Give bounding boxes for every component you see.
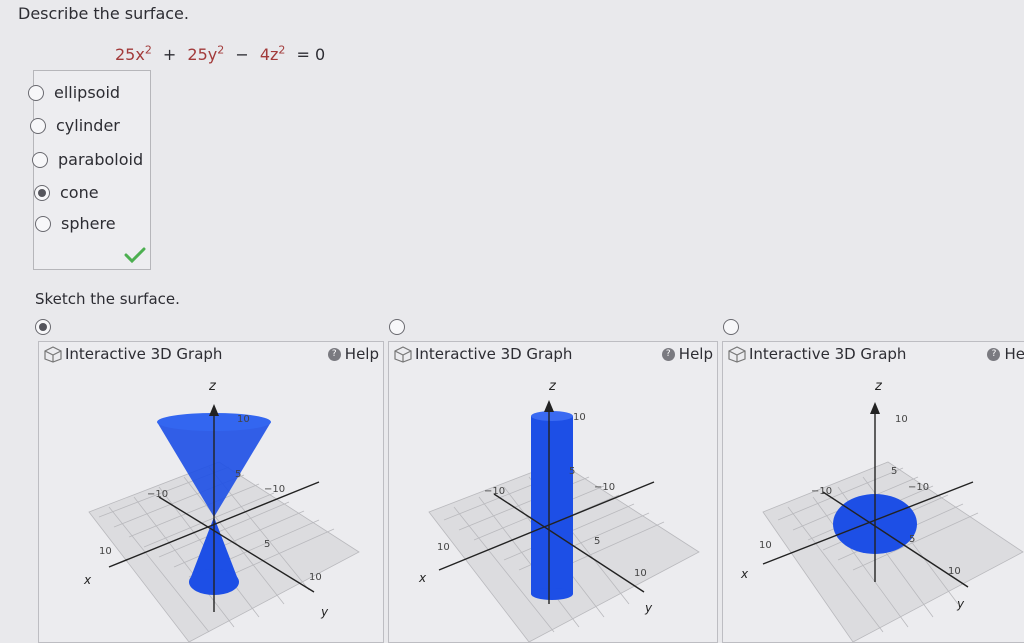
graph-panel-2[interactable]: Interactive 3D Graph ? Help z x y 10 5 −…	[388, 341, 718, 643]
tick-y10: 10	[634, 568, 647, 579]
eq-term-x: 25x2	[115, 44, 152, 65]
eq-minus: −	[235, 45, 249, 65]
choice-cone[interactable]: cone	[34, 183, 99, 202]
z-arrow	[209, 404, 219, 416]
tick-x10: 10	[99, 546, 112, 557]
graph-option-radio-1[interactable]	[35, 319, 51, 335]
choice-label: cylinder	[56, 116, 120, 135]
tick-x10: 10	[437, 542, 450, 553]
choice-label: paraboloid	[58, 150, 144, 169]
cylinder-top	[531, 411, 573, 421]
graph-panel-1[interactable]: Interactive 3D Graph ? Help z x y 10 5 −…	[38, 341, 384, 643]
radio-button[interactable]	[30, 117, 46, 134]
radio-button[interactable]	[35, 215, 51, 232]
tick-y10: 10	[948, 566, 961, 577]
tick-y5: 5	[594, 536, 600, 547]
choice-label: sphere	[61, 214, 116, 233]
eq-rhs: = 0	[296, 45, 326, 65]
radio-button[interactable]	[32, 151, 48, 168]
question-title: Describe the surface.	[18, 4, 189, 23]
choice-paraboloid[interactable]: paraboloid	[32, 150, 143, 169]
graph-canvas[interactable]: z x y 10 5 −10 10 −10 5 10	[723, 342, 1024, 642]
eq-term-y: 25y2	[187, 44, 225, 65]
z-arrow	[870, 402, 880, 414]
eq-plus: +	[162, 45, 177, 65]
y-axis-label: y	[956, 597, 965, 611]
y-axis-label: y	[644, 601, 653, 615]
checkmark-icon	[124, 247, 146, 263]
y-axis-label: y	[320, 605, 329, 619]
equation: 25x2 + 25y2 − 4z2 = 0	[115, 44, 331, 64]
z-axis-label: z	[208, 379, 217, 394]
choice-sphere[interactable]: sphere	[35, 214, 116, 233]
graph-option-radio-2[interactable]	[389, 319, 405, 335]
radio-button[interactable]	[28, 84, 44, 101]
tick-z5: 5	[891, 466, 897, 477]
tick-x-neg10: −10	[147, 489, 168, 500]
tick-z5: 5	[569, 466, 575, 477]
question-title: Sketch the surface.	[35, 290, 180, 308]
cylinder-body	[531, 416, 573, 594]
graph-option-radio-3[interactable]	[723, 319, 739, 335]
tick-x10: 10	[759, 540, 772, 551]
tick-y-neg10: −10	[908, 482, 929, 493]
x-axis-label: x	[83, 573, 92, 587]
choice-cylinder[interactable]: cylinder	[30, 116, 120, 135]
choice-label: ellipsoid	[54, 83, 121, 102]
tick-y10: 10	[309, 572, 322, 583]
graph-canvas[interactable]: z x y 10 5 −10 10 −10 5 10	[389, 342, 717, 642]
graph-panel-3[interactable]: Interactive 3D Graph ? He z x y 10 5 −10…	[722, 341, 1024, 643]
z-axis-label: z	[874, 379, 883, 394]
choice-ellipsoid[interactable]: ellipsoid	[28, 83, 120, 102]
tick-z10: 10	[237, 414, 250, 425]
tick-y-neg10: −10	[264, 484, 285, 495]
z-axis-label: z	[548, 379, 557, 394]
tick-x-neg10: −10	[484, 486, 505, 497]
tick-y-neg10: −10	[594, 482, 615, 493]
tick-x-neg10: −10	[811, 486, 832, 497]
x-axis-label: x	[740, 567, 749, 581]
graph-canvas[interactable]: z x y 10 5 −10 10 −10 5 10	[39, 342, 383, 642]
tick-y5: 5	[909, 534, 915, 545]
choice-label: cone	[60, 183, 99, 202]
tick-z5: 5	[235, 469, 241, 480]
x-axis-label: x	[418, 571, 427, 585]
radio-button-selected[interactable]	[34, 184, 50, 201]
answer-choices: ellipsoid cylinder paraboloid cone spher…	[28, 70, 151, 270]
z-arrow	[544, 400, 554, 412]
grid-plane	[762, 461, 1024, 642]
tick-z10: 10	[573, 412, 586, 423]
eq-term-z: 4z2	[259, 44, 286, 65]
tick-z10: 10	[895, 414, 908, 425]
tick-y5: 5	[264, 539, 270, 550]
cylinder-bottom	[531, 588, 573, 600]
